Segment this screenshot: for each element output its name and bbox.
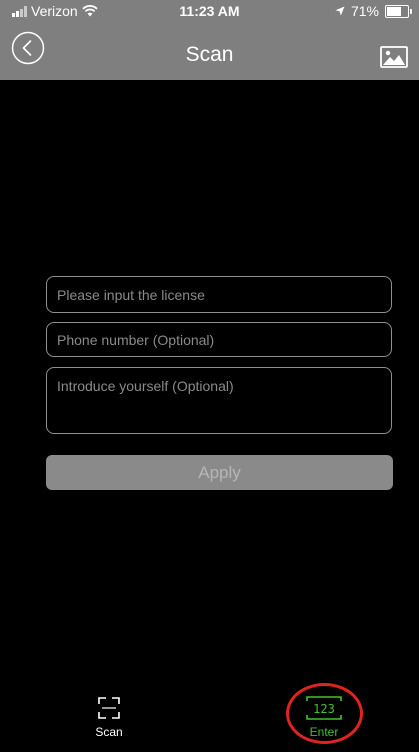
scan-frame-icon: [98, 697, 120, 719]
tab-scan-label: Scan: [95, 725, 123, 739]
status-right: 71%: [335, 3, 412, 19]
battery-fill: [387, 6, 402, 16]
status-bar: Verizon 11:23 AM 71%: [0, 0, 419, 22]
location-arrow-icon: [335, 6, 345, 16]
highlight-circle-annotation: [286, 683, 363, 744]
nav-bar: Verizon 11:23 AM 71% Scan: [0, 0, 419, 80]
page-title: Scan: [185, 43, 234, 66]
phone-number-input[interactable]: [46, 322, 392, 357]
battery-icon: [385, 4, 412, 18]
image-gallery-icon[interactable]: [380, 46, 408, 68]
battery-percent: 71%: [350, 3, 379, 19]
tab-scan[interactable]: Scan: [84, 696, 134, 739]
apply-button[interactable]: Apply: [46, 455, 393, 490]
introduce-yourself-input[interactable]: [46, 367, 392, 434]
license-input[interactable]: [46, 276, 392, 313]
